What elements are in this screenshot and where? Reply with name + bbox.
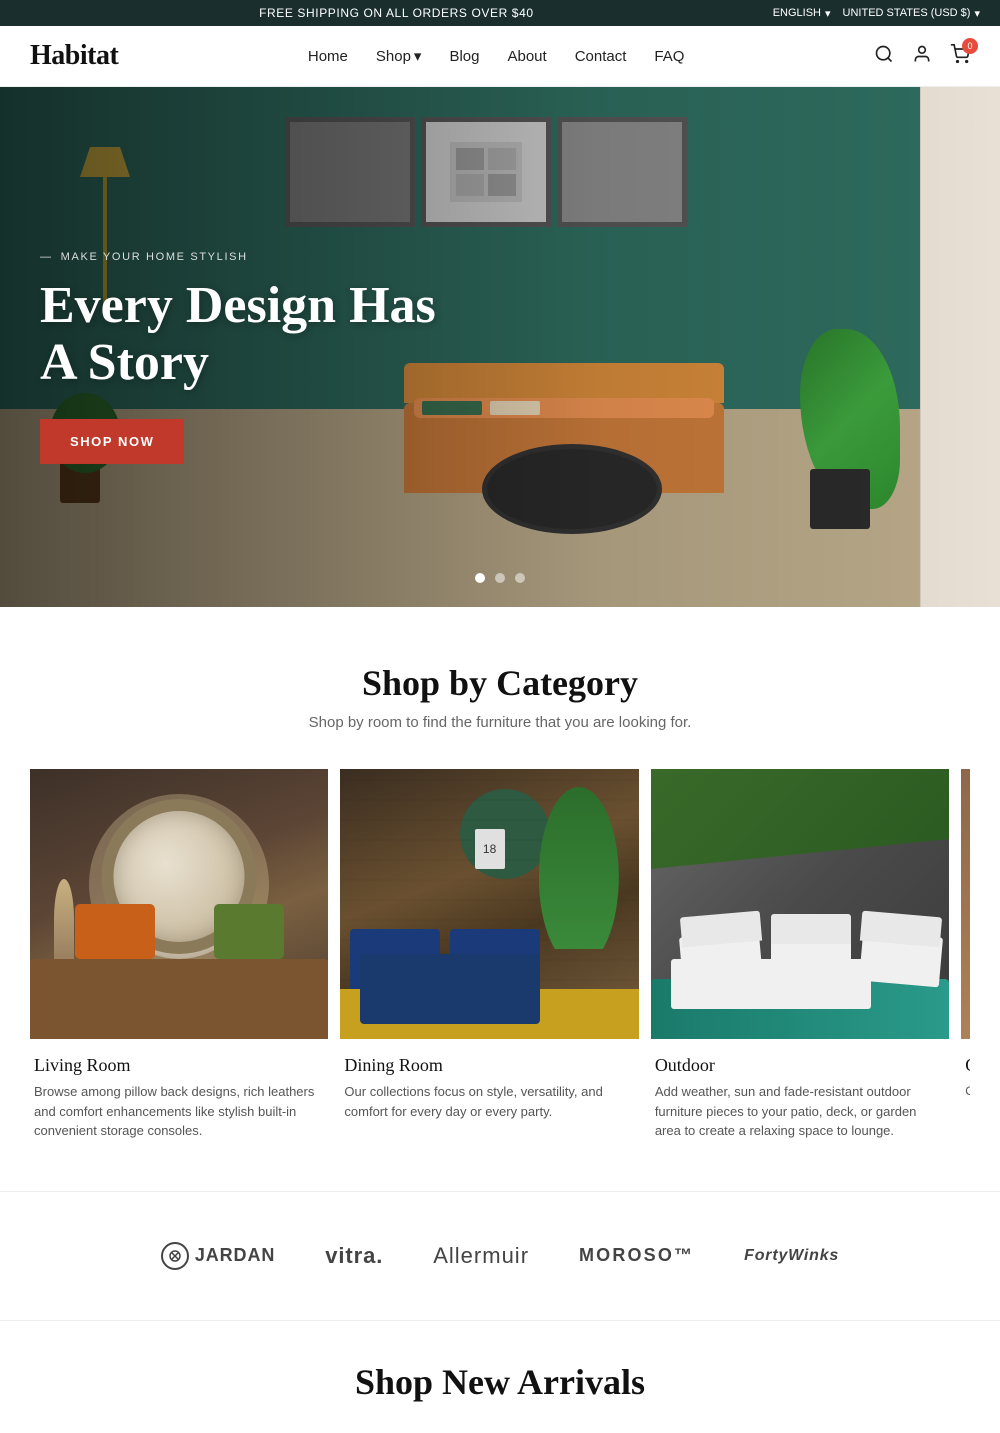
carousel-dot-2[interactable] [495,573,505,583]
category-card-dining[interactable]: 18 Dining Room Our collections focus on … [340,769,638,1151]
shop-chevron-icon: ▾ [414,47,422,65]
main-nav: Home Shop ▾ Blog About Contact FAQ [308,47,685,65]
fortywinks-label: FortyWinks [744,1247,839,1265]
brand-moroso: MOROSO™ [579,1245,694,1266]
currency-label: UNITED STATES (USD $) [843,7,971,19]
category-img-office [961,769,970,1039]
category-img-living [30,769,328,1039]
category-section-title: Shop by Category [30,662,970,704]
search-button[interactable] [874,44,894,69]
category-name-office: Office [965,1055,970,1076]
category-img-dining: 18 [340,769,638,1039]
site-logo[interactable]: Habitat [30,40,118,72]
hero-title: Every Design Has A Story [40,277,460,391]
category-card-outdoor[interactable]: Outdoor Add weather, sun and fade-resist… [651,769,949,1151]
category-card-info-office: Office Create a st... [961,1039,970,1110]
brand-jardan: JARDAN [161,1242,275,1270]
nav-item-blog[interactable]: Blog [449,48,479,65]
cart-badge: 0 [962,38,978,54]
announcement-bar: FREE SHIPPING ON ALL ORDERS OVER $40 ENG… [0,0,1000,26]
brands-section: JARDAN vitra. Allermuir MOROSO™ FortyWin… [0,1192,1000,1320]
category-card-living[interactable]: Living Room Browse among pillow back des… [30,769,328,1151]
category-grid: Living Room Browse among pillow back des… [30,769,970,1151]
category-card-info-living: Living Room Browse among pillow back des… [30,1039,328,1151]
nav-item-home[interactable]: Home [308,48,348,65]
nav-item-shop[interactable]: Shop ▾ [376,47,422,65]
category-desc-living: Browse among pillow back designs, rich l… [34,1082,324,1141]
carousel-dot-3[interactable] [515,573,525,583]
category-card-info-outdoor: Outdoor Add weather, sun and fade-resist… [651,1039,949,1151]
hero-tag: MAKE YOUR HOME STYLISH [40,251,460,263]
language-label: ENGLISH [773,7,821,19]
arrivals-section: Shop New Arrivals [0,1321,1000,1433]
language-chevron-icon: ▾ [825,7,831,20]
brand-fortywinks: FortyWinks [744,1247,839,1265]
category-name-outdoor: Outdoor [655,1055,945,1076]
header-icons: 0 [874,44,970,69]
header: Habitat Home Shop ▾ Blog About Contact F… [0,26,1000,87]
category-desc-outdoor: Add weather, sun and fade-resistant outd… [655,1082,945,1141]
nav-item-faq[interactable]: FAQ [654,48,684,65]
category-section: Shop by Category Shop by room to find th… [0,607,1000,1191]
language-selector[interactable]: ENGLISH ▾ [773,7,831,20]
currency-selector[interactable]: UNITED STATES (USD $) ▾ [843,7,980,20]
jardan-icon [161,1242,189,1270]
hero-section: MAKE YOUR HOME STYLISH Every Design Has … [0,87,1000,607]
category-name-dining: Dining Room [344,1055,634,1076]
nav-item-contact[interactable]: Contact [575,48,627,65]
vitra-label: vitra. [325,1243,383,1269]
allermuir-label: Allermuir [433,1243,529,1269]
jardan-label: JARDAN [195,1245,275,1266]
category-name-living: Living Room [34,1055,324,1076]
nav-item-about[interactable]: About [507,48,546,65]
hero-content: MAKE YOUR HOME STYLISH Every Design Has … [40,251,460,464]
category-img-outdoor [651,769,949,1039]
shop-now-button[interactable]: SHOP NOW [40,419,184,464]
carousel-dot-1[interactable] [475,573,485,583]
arrivals-title: Shop New Arrivals [30,1361,970,1403]
cart-button[interactable]: 0 [950,44,970,69]
brand-allermuir: Allermuir [433,1243,529,1269]
category-desc-dining: Our collections focus on style, versatil… [344,1082,634,1121]
category-card-office[interactable]: Office Create a st... [961,769,970,1151]
account-button[interactable] [912,44,932,69]
brand-vitra: vitra. [325,1243,383,1269]
currency-chevron-icon: ▾ [974,7,980,20]
hero-carousel-dots [475,573,525,583]
category-section-subtitle: Shop by room to find the furniture that … [30,714,970,731]
announcement-text: FREE SHIPPING ON ALL ORDERS OVER $40 [20,6,773,20]
moroso-label: MOROSO™ [579,1245,694,1266]
category-desc-office: Create a st... [965,1082,970,1100]
category-card-info-dining: Dining Room Our collections focus on sty… [340,1039,638,1131]
